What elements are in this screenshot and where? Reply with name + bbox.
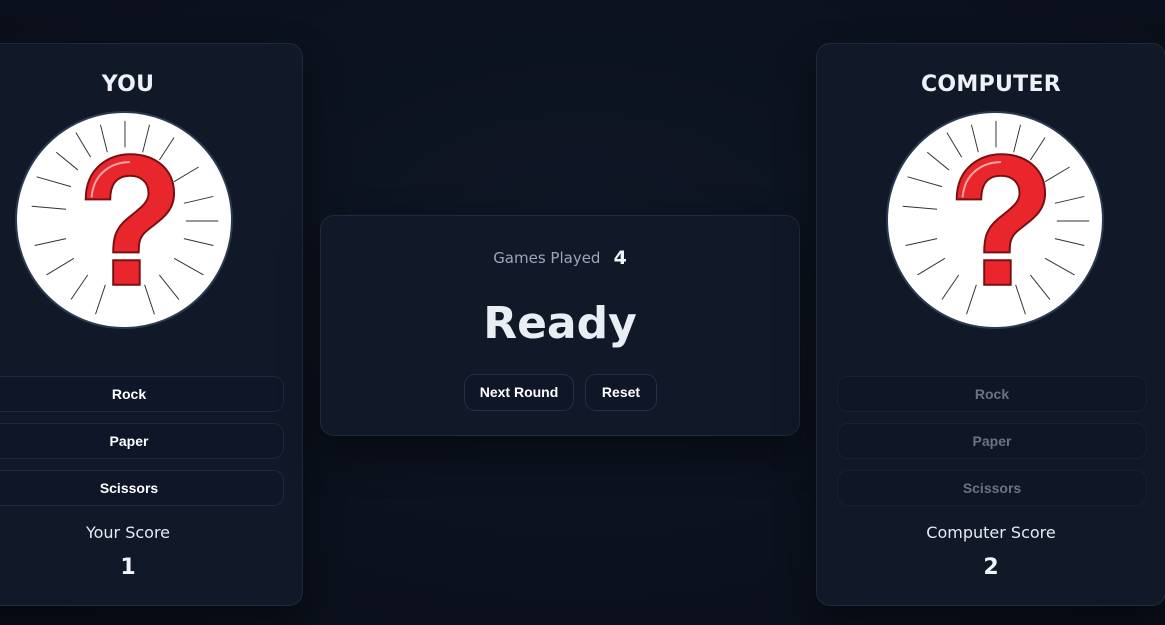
game-stage: YOU Rock Paper Scissors Your Score 1 Gam…: [0, 0, 1165, 625]
games-played-label: Games Played: [493, 249, 601, 267]
player-scissors-button[interactable]: Scissors: [0, 470, 284, 506]
reset-button[interactable]: Reset: [585, 374, 657, 411]
computer-rock-option: Rock: [837, 376, 1147, 412]
player-panel: YOU Rock Paper Scissors Your Score 1: [0, 43, 303, 606]
computer-score-value: 2: [983, 555, 999, 580]
player-paper-button[interactable]: Paper: [0, 423, 284, 459]
computer-title: COMPUTER: [920, 72, 1062, 97]
player-avatar: [15, 111, 233, 329]
computer-avatar: [886, 111, 1104, 329]
next-round-button[interactable]: Next Round: [464, 374, 574, 411]
question-mark-icon: [902, 120, 1090, 315]
player-rock-button[interactable]: Rock: [0, 376, 284, 412]
player-title: YOU: [101, 72, 155, 97]
question-mark-icon: [31, 120, 219, 315]
round-status: Ready: [483, 298, 637, 349]
game-status-card: Games Played 4 Ready Next Round Reset: [320, 215, 800, 436]
computer-scissors-option: Scissors: [837, 470, 1147, 506]
computer-score-label: Computer Score: [926, 523, 1056, 542]
games-played-count: 4: [613, 247, 627, 269]
computer-panel: COMPUTER Rock Paper Scissors Computer Sc…: [816, 43, 1165, 606]
computer-paper-option: Paper: [837, 423, 1147, 459]
player-score-value: 1: [120, 555, 136, 580]
player-score-label: Your Score: [85, 523, 171, 542]
games-played-row: Games Played 4: [321, 247, 799, 269]
